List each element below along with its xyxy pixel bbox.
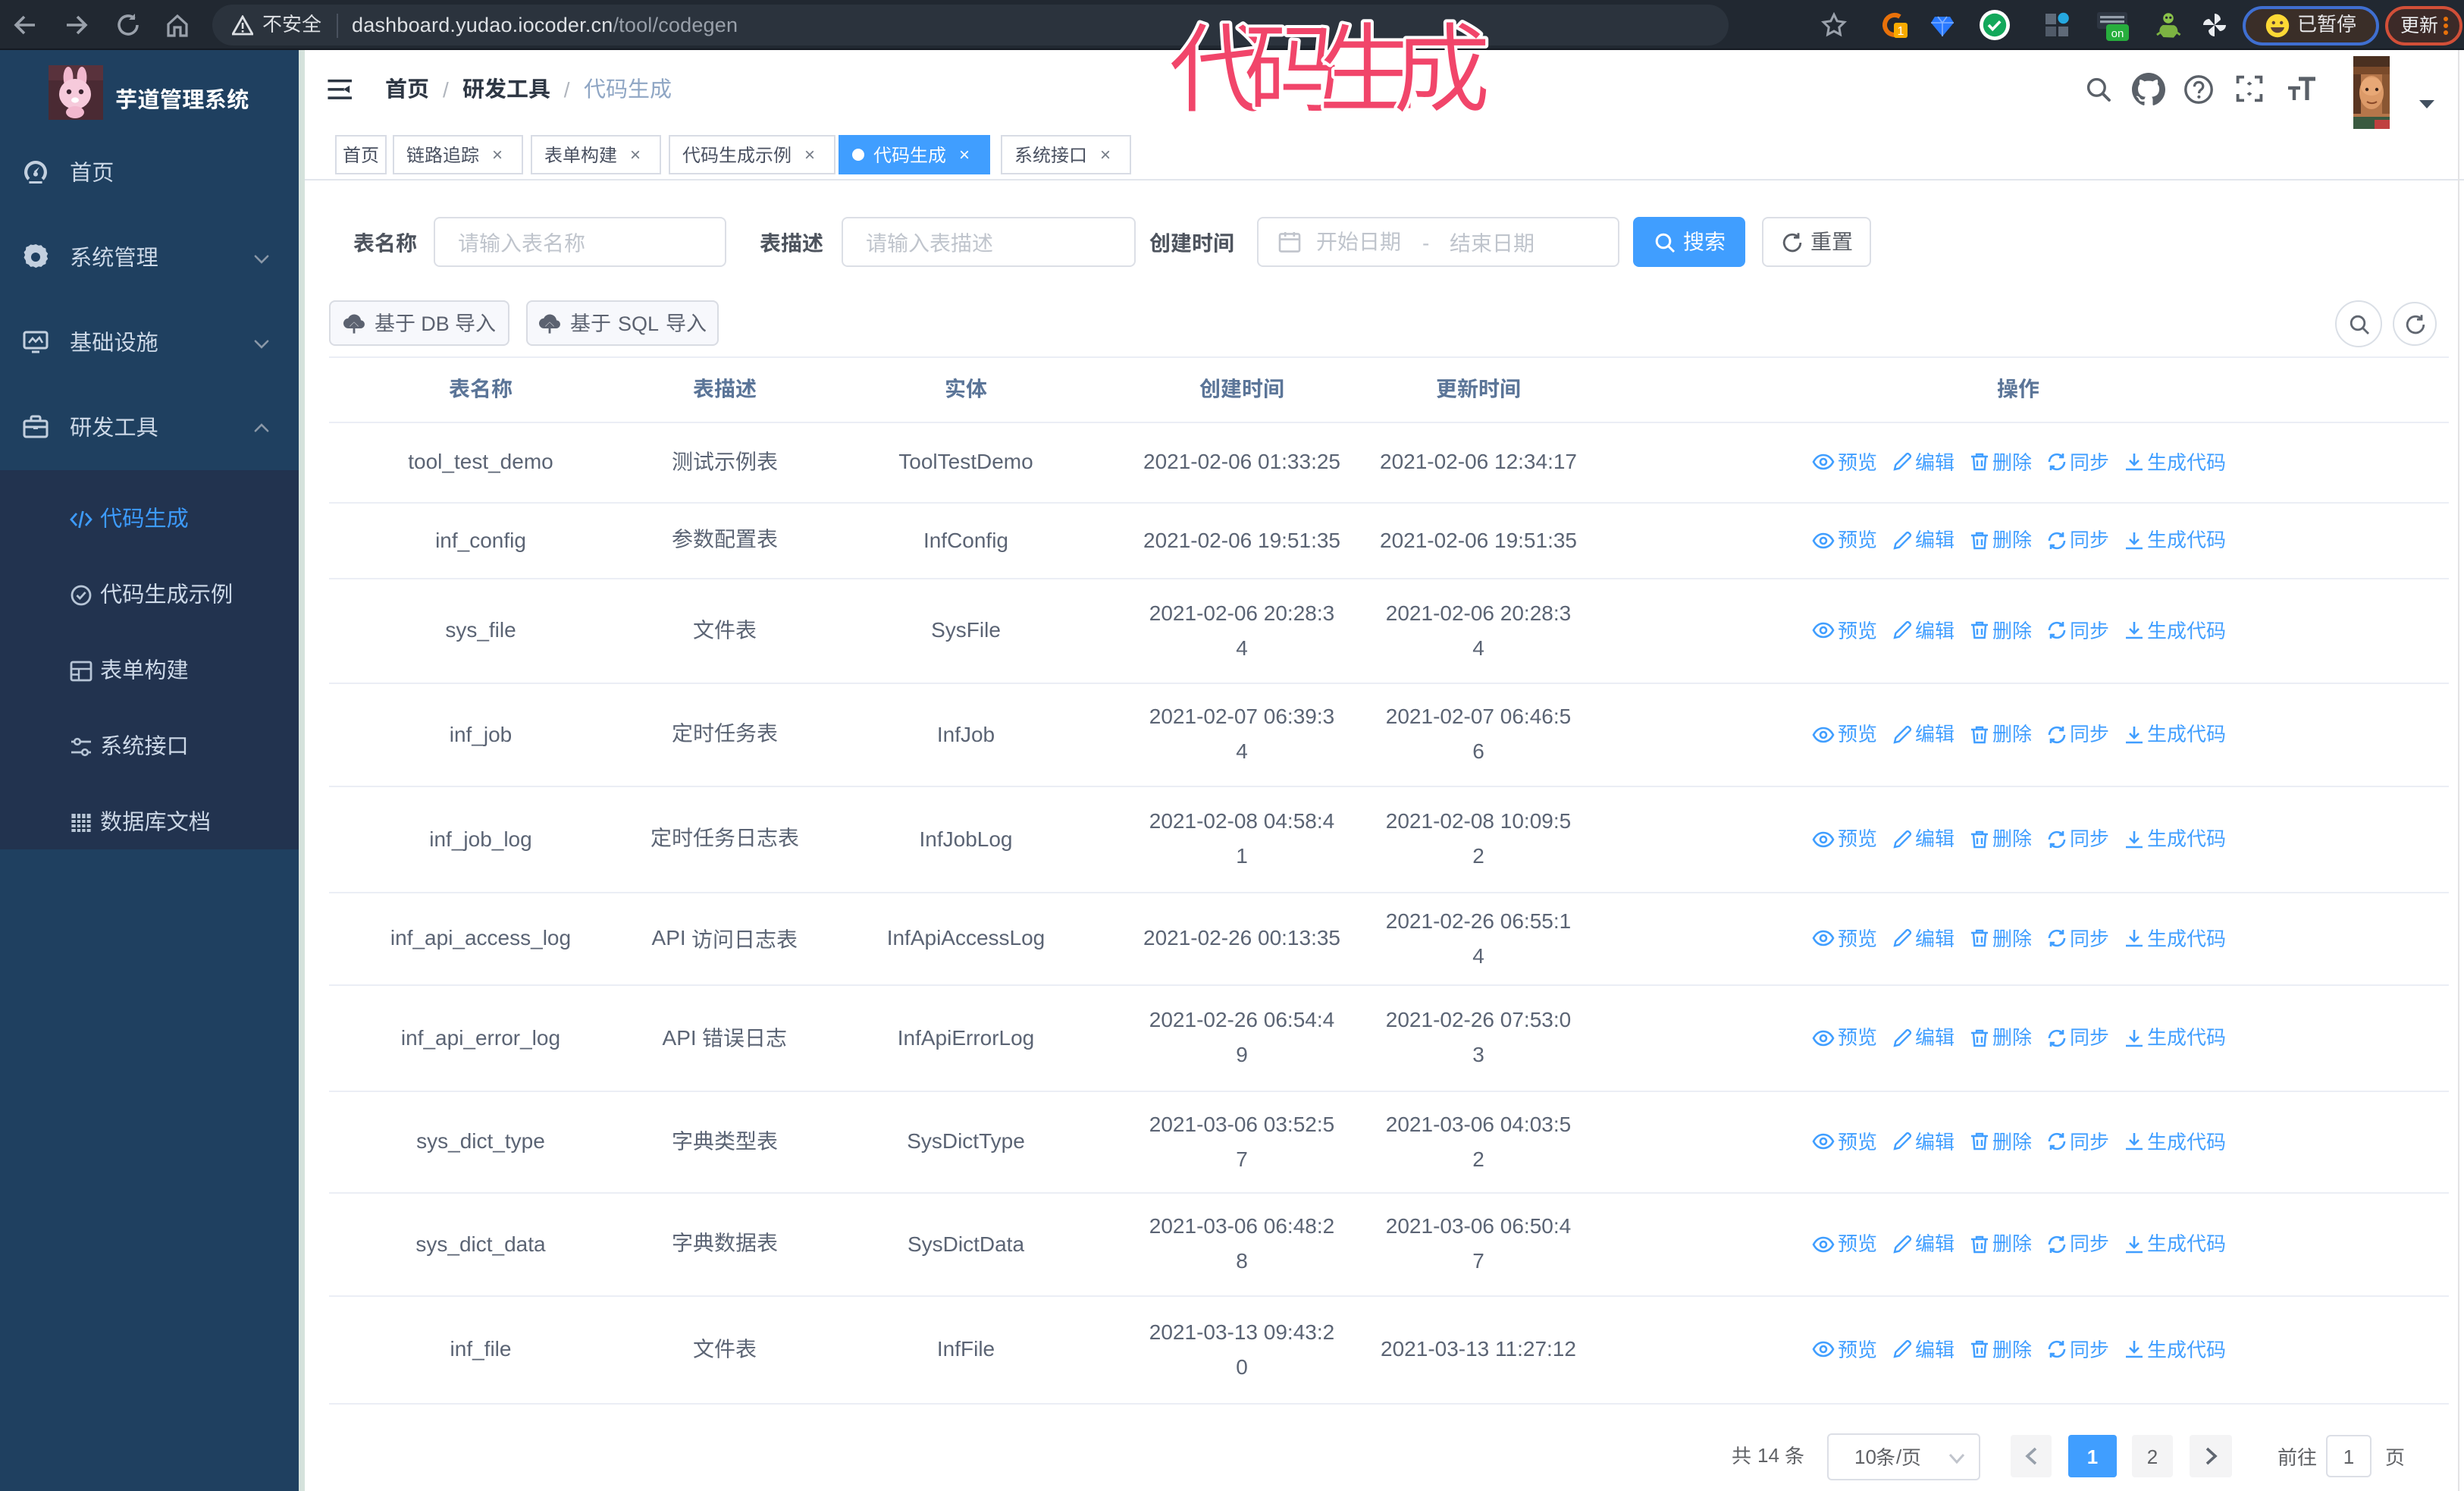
svg-text:1: 1 (1897, 25, 1904, 38)
svg-text:on: on (2111, 27, 2124, 39)
